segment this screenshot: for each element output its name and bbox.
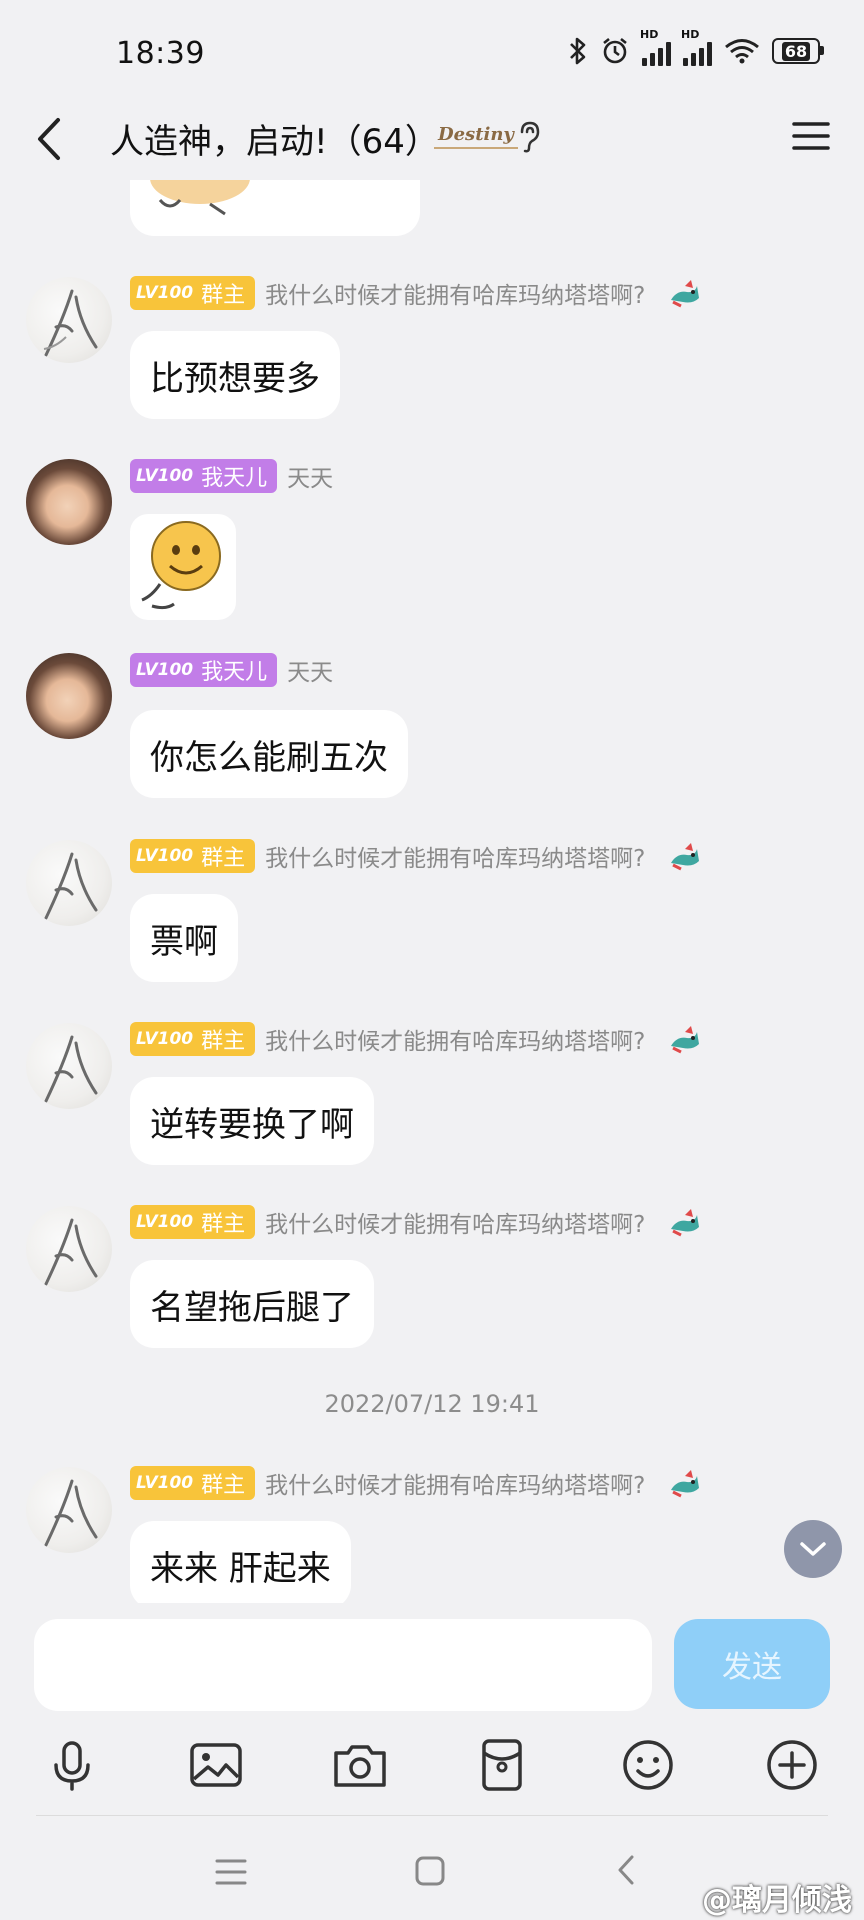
signal-icon: HD (681, 28, 712, 66)
message-input[interactable] (34, 1619, 652, 1711)
message-meta: LV100 群主 我什么时候才能拥有哈库玛纳塔塔啊? (130, 1021, 701, 1057)
message-bubble[interactable]: 来来 肝起来 (130, 1521, 351, 1603)
member-tag: LV100 群主 (130, 1022, 256, 1056)
back-arrow-icon[interactable] (30, 114, 70, 164)
message-text: 来来 肝起来 (150, 1548, 331, 1589)
message-bubble[interactable]: 比预想要多 (130, 331, 340, 419)
avatar[interactable] (26, 1023, 112, 1109)
signal-icon: HD (640, 28, 671, 66)
message-bubble[interactable]: 名望拖后腿了 (130, 1260, 374, 1348)
smiley-sticker-image (141, 521, 221, 610)
member-tag: LV100 群主 (130, 1466, 256, 1500)
avatar-image (44, 1479, 98, 1547)
destiny-badge: Destiny (434, 122, 518, 149)
message-text: 比预想要多 (150, 358, 320, 399)
dragon-badge-icon (671, 1470, 700, 1498)
menu-icon[interactable] (792, 120, 830, 152)
red-packet-icon[interactable] (472, 1735, 532, 1795)
scroll-to-bottom-button[interactable] (784, 1520, 842, 1578)
message-bubble[interactable]: 逆转要换了啊 (130, 1077, 374, 1165)
chevron-down-icon (800, 1542, 826, 1556)
time-divider: 2022/07/12 19:41 (324, 1390, 540, 1418)
divider (36, 1815, 828, 1816)
status-icons: HD HD 68 (568, 28, 824, 66)
sender-nickname[interactable]: 我什么时候才能拥有哈库玛纳塔塔啊? (265, 1466, 645, 1500)
avatar-image (43, 289, 98, 357)
message-bubble[interactable]: 你怎么能刷五次 (130, 710, 408, 798)
alarm-icon (603, 37, 627, 64)
message-meta: LV100 群主 我什么时候才能拥有哈库玛纳塔塔啊? (130, 1465, 701, 1501)
dragon-badge-icon (671, 1209, 700, 1237)
message-list[interactable]: LV100 群主 我什么时候才能拥有哈库玛纳塔塔啊? 比预想要多 LV100 我天儿… (0, 180, 864, 1603)
ear-icon[interactable] (516, 120, 542, 154)
message-text: 名望拖后腿了 (150, 1287, 354, 1328)
sender-nickname[interactable]: 我什么时候才能拥有哈库玛纳塔塔啊? (265, 276, 645, 310)
back-nav-icon[interactable] (614, 1853, 638, 1887)
avatar[interactable] (26, 1467, 112, 1553)
member-tag: LV100 群主 (130, 839, 256, 873)
bluetooth-icon (570, 37, 586, 65)
message-meta: LV100 群主 我什么时候才能拥有哈库玛纳塔塔啊? (130, 1204, 701, 1240)
avatar[interactable] (26, 840, 112, 926)
avatar-image (44, 1035, 98, 1103)
avatar-image (44, 1218, 98, 1286)
sticker-message[interactable] (130, 514, 236, 620)
watermark: @璃月倾浅 (702, 1883, 852, 1918)
member-tag: LV100 我天儿 (130, 459, 278, 493)
group-title: 人造神，启动!（64） (110, 122, 439, 162)
member-tag: LV100 我天儿 (130, 653, 278, 687)
message-text: 你怎么能刷五次 (150, 737, 388, 778)
message-bubble[interactable] (130, 180, 420, 236)
avatar[interactable] (26, 459, 112, 545)
emoji-icon[interactable] (618, 1735, 678, 1795)
message-text: 逆转要换了啊 (150, 1104, 354, 1145)
sender-nickname[interactable]: 天天 (287, 459, 333, 493)
battery-icon: 68 (772, 38, 824, 64)
status-time: 18:39 (116, 36, 205, 71)
microphone-icon[interactable] (42, 1735, 102, 1795)
image-icon[interactable] (186, 1735, 246, 1795)
avatar-image (44, 852, 98, 920)
chat-header: 人造神，启动!（64） Destiny (0, 100, 864, 180)
sender-nickname[interactable]: 我什么时候才能拥有哈库玛纳塔塔啊? (265, 1205, 645, 1239)
composer: 发送 (0, 1603, 864, 1920)
dragon-badge-icon (671, 843, 700, 871)
avatar[interactable] (26, 1206, 112, 1292)
member-tag: LV100 群主 (130, 276, 256, 310)
composer-toolbar (0, 1735, 864, 1805)
plus-circle-icon[interactable] (762, 1735, 822, 1795)
message-meta: LV100 我天儿 天天 (130, 652, 333, 688)
sender-nickname[interactable]: 我什么时候才能拥有哈库玛纳塔塔啊? (265, 1022, 645, 1056)
message-bubble[interactable]: 票啊 (130, 894, 238, 982)
send-button[interactable]: 发送 (674, 1619, 830, 1709)
member-tag: LV100 群主 (130, 1205, 256, 1239)
sticker-image (150, 180, 250, 216)
recent-apps-icon[interactable] (214, 1857, 248, 1887)
message-meta: LV100 群主 我什么时候才能拥有哈库玛纳塔塔啊? (130, 838, 701, 874)
status-bar: 18:39 HD HD 68 (0, 0, 864, 108)
message-meta: LV100 我天儿 天天 (130, 458, 333, 494)
dragon-badge-icon (671, 1026, 700, 1054)
avatar[interactable] (26, 277, 112, 363)
wifi-icon (725, 39, 759, 64)
dragon-badge-icon (671, 280, 700, 308)
home-icon[interactable] (414, 1855, 446, 1887)
sender-nickname[interactable]: 天天 (287, 653, 333, 687)
camera-icon[interactable] (330, 1735, 390, 1795)
message-text: 票啊 (150, 921, 218, 962)
avatar[interactable] (26, 653, 112, 739)
message-meta: LV100 群主 我什么时候才能拥有哈库玛纳塔塔啊? (130, 275, 701, 311)
sender-nickname[interactable]: 我什么时候才能拥有哈库玛纳塔塔啊? (265, 839, 645, 873)
